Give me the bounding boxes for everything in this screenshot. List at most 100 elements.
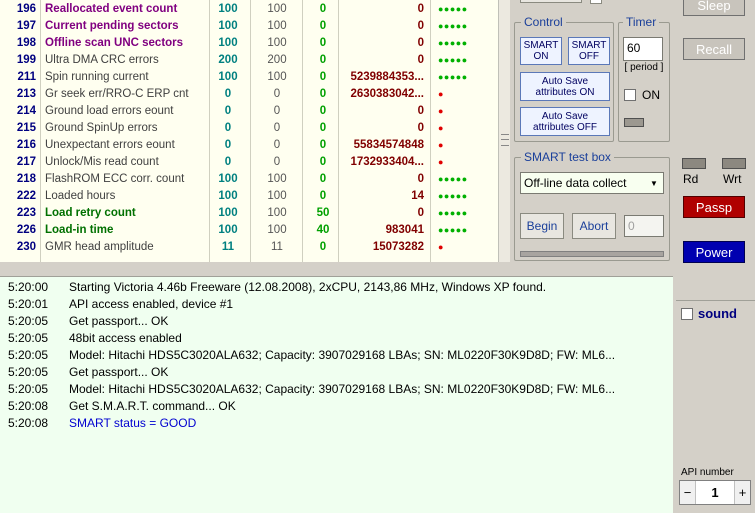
attribute-value: 0 (224, 122, 232, 134)
attribute-threshold: 0 (319, 122, 327, 134)
table-row[interactable]: 215 Ground SpinUp errors 0 0 0 0 ● (0, 120, 498, 137)
table-row[interactable]: 196 Reallocated event count 100 100 0 0 ●●●●● (0, 1, 498, 18)
table-row[interactable]: 217 Unlock/Mis read count 0 0 0 1732933404...… (0, 154, 498, 171)
recall-button[interactable]: Recall (683, 38, 745, 60)
attribute-threshold: 0 (319, 71, 327, 83)
attribute-id: 230 (16, 241, 36, 253)
table-row[interactable]: 199 Ultra DMA CRC errors 200 200 0 0 ●●●●● (0, 52, 498, 69)
table-row[interactable]: 211 Spin running current 100 100 0 5239884353… (0, 69, 498, 86)
log-time: 5:20:08 (8, 399, 49, 413)
attribute-worst: 0 (273, 105, 281, 117)
attribute-raw: 15073282 (372, 241, 424, 253)
log-time: 5:20:00 (8, 280, 49, 294)
log-message: Starting Victoria 4.46b Freeware (12.08.… (69, 280, 547, 294)
timer-on-checkbox[interactable] (624, 89, 636, 101)
plus-icon[interactable]: + (734, 481, 750, 504)
abort-button[interactable]: Abort (572, 213, 616, 239)
attribute-health: ● (438, 157, 444, 167)
attribute-worst: 100 (267, 224, 287, 236)
log-time: 5:20:05 (8, 348, 49, 362)
test-progress-bar (520, 251, 664, 257)
chevron-down-icon[interactable]: ▼ (647, 176, 661, 191)
cut-off-checkbox (590, 0, 602, 4)
attribute-id: 198 (16, 37, 36, 49)
attribute-raw: 2630383042... (350, 88, 424, 100)
cut-off-button (520, 0, 582, 3)
attribute-raw: 0 (417, 54, 424, 66)
attribute-id: 226 (16, 224, 36, 236)
autosave-off-button[interactable]: Auto Save attributes OFF (520, 107, 610, 136)
attribute-health: ● (438, 140, 444, 150)
read-indicator (682, 158, 706, 169)
log-message: Get S.M.A.R.T. command... OK (69, 399, 236, 413)
attribute-id: 215 (16, 122, 36, 134)
attribute-worst: 100 (267, 37, 287, 49)
table-row[interactable]: 213 Gr seek err/RRO-C ERP cnt 0 0 0 263038304… (0, 86, 498, 103)
smart-on-button[interactable]: SMART ON (520, 37, 562, 65)
attribute-worst: 100 (267, 71, 287, 83)
api-number-stepper[interactable]: − 1 + (679, 480, 751, 505)
table-row[interactable]: 222 Loaded hours 100 100 0 14 ●●●●● (0, 188, 498, 205)
table-row[interactable]: 226 Load-in time 100 100 40 983041 ●●●●● (0, 222, 498, 239)
attribute-value: 100 (218, 190, 238, 202)
attribute-threshold: 0 (319, 37, 327, 49)
attribute-value: 0 (224, 105, 232, 117)
table-row[interactable]: 218 FlashROM ECC corr. count 100 100 0 0 ●●●●● (0, 171, 498, 188)
sound-checkbox[interactable] (681, 308, 693, 320)
smart-attributes-table: 196 Reallocated event count 100 100 0 0 ●●●●● 1… (0, 0, 498, 262)
attribute-threshold: 0 (319, 241, 327, 253)
scroll-grip-icon[interactable] (501, 134, 509, 146)
attribute-worst: 0 (273, 122, 281, 134)
table-row[interactable]: 230 GMR head amplitude 11 11 0 15073282 ● (0, 239, 498, 256)
attribute-name: Gr seek err/RRO-C ERP cnt (45, 88, 189, 100)
attribute-id: 222 (16, 190, 36, 202)
attribute-health: ●●●●● (438, 55, 468, 65)
table-row[interactable]: 214 Ground load errors eount 0 0 0 0 ● (0, 103, 498, 120)
attribute-worst: 200 (267, 54, 287, 66)
attribute-value: 100 (218, 207, 238, 219)
passport-button[interactable]: Passp (683, 196, 745, 218)
table-row[interactable]: 197 Current pending sectors 100 100 0 0 ●●●●● (0, 18, 498, 35)
attribute-raw: 0 (417, 3, 424, 15)
minus-icon[interactable]: − (680, 481, 696, 504)
timer-period-input[interactable]: 60 (623, 37, 663, 61)
timer-title: Timer (623, 15, 660, 29)
api-number-label: API number (681, 467, 734, 478)
log-time: 5:20:05 (8, 331, 49, 345)
attribute-name: Unlock/Mis read count (45, 156, 159, 168)
attribute-health: ●●●●● (438, 174, 468, 184)
attribute-raw: 0 (417, 122, 424, 134)
attribute-health: ●●●●● (438, 72, 468, 82)
table-row[interactable]: 223 Load retry count 100 100 50 0 ●●●●● (0, 205, 498, 222)
attribute-threshold: 40 (316, 224, 330, 236)
attribute-raw: 983041 (385, 224, 424, 236)
table-row[interactable]: 198 Offline scan UNC sectors 100 100 0 0 ●●●●● (0, 35, 498, 52)
log-message: 48bit access enabled (69, 331, 182, 345)
begin-button[interactable]: Begin (520, 213, 564, 239)
attribute-health: ● (438, 106, 444, 116)
attribute-raw: 14 (411, 190, 424, 202)
log-message: Model: Hitachi HDS5C3020ALA632; Capacity… (69, 382, 616, 396)
power-button[interactable]: Power (683, 241, 745, 263)
attribute-threshold: 0 (319, 88, 327, 100)
attribute-id: 211 (17, 71, 36, 83)
sleep-button[interactable]: Sleep (683, 0, 745, 16)
autosave-on-button[interactable]: Auto Save attributes ON (520, 72, 610, 101)
attribute-id: 196 (16, 3, 36, 15)
attribute-value: 200 (218, 54, 238, 66)
attribute-health: ●●●●● (438, 225, 468, 235)
attribute-raw: 0 (417, 173, 424, 185)
test-type-select[interactable]: Off-line data collect ▼ (520, 172, 664, 194)
api-number-value[interactable]: 1 (696, 481, 734, 504)
event-log[interactable]: 5:20:00 Starting Victoria 4.46b Freeware … (0, 276, 673, 513)
attribute-name: Current pending sectors (45, 20, 179, 32)
attribute-value: 0 (224, 156, 232, 168)
smart-off-button[interactable]: SMART OFF (568, 37, 610, 65)
attribute-name: Reallocated event count (45, 3, 178, 15)
attribute-value: 100 (218, 37, 238, 49)
table-scrollbar[interactable] (498, 0, 510, 262)
table-row[interactable]: 216 Unexpectant errors eount 0 0 0 5583457484… (0, 137, 498, 154)
attribute-threshold: 0 (319, 190, 327, 202)
attribute-raw: 0 (417, 105, 424, 117)
log-time: 5:20:05 (8, 314, 49, 328)
